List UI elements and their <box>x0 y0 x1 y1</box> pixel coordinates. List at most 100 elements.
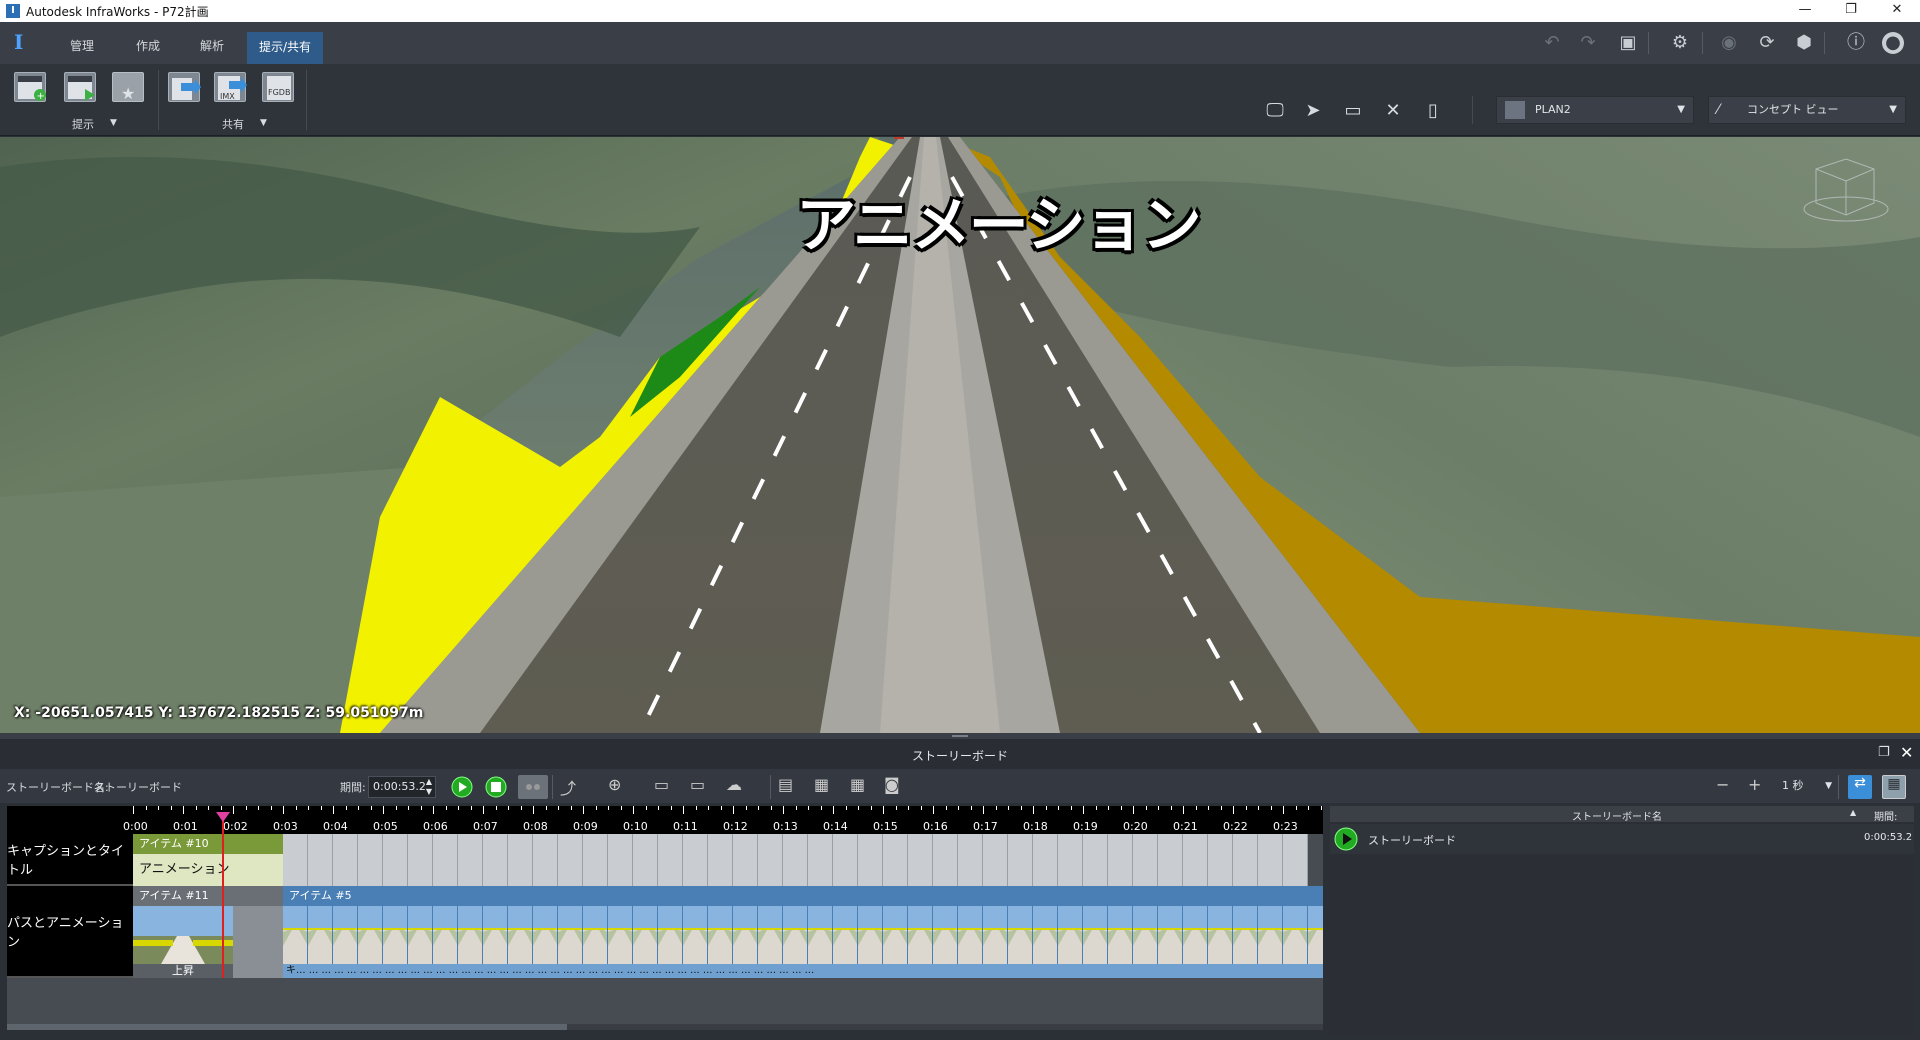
timeline-scrollbar[interactable] <box>7 1024 1323 1030</box>
path-item5-header[interactable]: アイテム #5 <box>283 886 1323 906</box>
undock-icon[interactable]: ❐ <box>1878 745 1890 760</box>
play-storyboard-icon[interactable] <box>64 72 96 102</box>
fgdb-icon[interactable]: FGDB <box>262 72 294 102</box>
caption-item-body[interactable]: アニメーション <box>133 854 283 886</box>
caption-track-cell[interactable] <box>983 834 1008 886</box>
caption-track-cell[interactable] <box>583 834 608 886</box>
storyboard-name-value[interactable]: ストーリーボード <box>94 779 182 795</box>
caption-track-cell[interactable] <box>283 834 308 886</box>
caption-track-cell[interactable] <box>783 834 808 886</box>
caption-track-cell[interactable] <box>883 834 908 886</box>
zoom-out-timeline-icon[interactable]: − <box>1716 775 1740 799</box>
caption-track-cell[interactable] <box>1158 834 1183 886</box>
new-storyboard-small-icon[interactable]: ▦ <box>814 775 838 799</box>
import-storyboard-icon[interactable]: ▤ <box>778 775 802 799</box>
caption-track-cell[interactable] <box>508 834 533 886</box>
caption-track-cell[interactable] <box>408 834 433 886</box>
duration-stepper[interactable]: 0:00:53.2 ▲ ▼ <box>368 776 436 798</box>
col-duration[interactable]: 期間: <box>1874 808 1897 823</box>
restore-button[interactable]: ❐ <box>1828 0 1874 22</box>
record-video-icon[interactable]: ◙ <box>884 775 908 799</box>
export-icon[interactable] <box>168 72 201 102</box>
storyboard-list-row[interactable]: ストーリーボード 0:00:53.2 <box>1330 824 1914 854</box>
add-caption-icon[interactable]: ▭ <box>654 775 678 799</box>
favorite-icon[interactable]: ★ <box>112 72 144 103</box>
playhead[interactable] <box>222 814 224 978</box>
cross-section-tool-icon[interactable]: ✕ <box>1380 98 1406 124</box>
caption-track-cell[interactable] <box>1008 834 1033 886</box>
caption-track-cell[interactable] <box>608 834 633 886</box>
tab-create[interactable]: 作成 <box>124 34 172 64</box>
close-panel-icon[interactable]: ✕ <box>1900 743 1913 762</box>
panel-tool-icon[interactable]: ▯ <box>1420 98 1446 124</box>
user-icon[interactable]: ● <box>1882 32 1904 54</box>
share-dropdown-icon[interactable]: ▼ <box>260 118 267 128</box>
zoom-in-timeline-icon[interactable]: + <box>1748 775 1772 799</box>
caption-track-cell[interactable] <box>533 834 558 886</box>
timeline-scroll-thumb[interactable] <box>7 1024 567 1030</box>
interval-select[interactable]: 1 秒 ▼ <box>1782 775 1832 797</box>
row-play-icon[interactable] <box>1334 827 1358 855</box>
caption-item-header[interactable]: アイテム #10 <box>133 834 283 854</box>
caption-track-cell[interactable] <box>433 834 458 886</box>
caption-track-cell[interactable] <box>708 834 733 886</box>
tab-present-share[interactable]: 提示/共有 <box>247 32 324 64</box>
caption-track-cell[interactable] <box>483 834 508 886</box>
caption-track-cell[interactable] <box>908 834 933 886</box>
cloud-icon[interactable]: ⬢ <box>1792 32 1816 54</box>
caption-track-cell[interactable] <box>383 834 408 886</box>
playhead-handle-icon[interactable] <box>216 812 230 822</box>
caption-track-cell[interactable] <box>1033 834 1058 886</box>
col-storyboard-name[interactable]: ストーリーボード名 <box>1572 808 1662 823</box>
caption-track-cell[interactable] <box>558 834 583 886</box>
stepper-arrows-icon[interactable]: ▲ ▼ <box>426 777 432 797</box>
tab-analyze[interactable]: 解析 <box>188 34 236 64</box>
caption-track-cell[interactable] <box>1233 834 1258 886</box>
caption-track-cell[interactable] <box>733 834 758 886</box>
add-title-icon[interactable]: ▭ <box>690 775 714 799</box>
add-weather-icon[interactable]: ☁ <box>726 775 750 799</box>
display-tool-icon[interactable]: 🖵 <box>1262 98 1288 124</box>
help-icon[interactable]: ⓘ <box>1844 32 1868 54</box>
caption-track-cell[interactable] <box>1108 834 1133 886</box>
add-zoom-icon[interactable]: ⊕ <box>608 775 632 799</box>
caption-track-cell[interactable] <box>858 834 883 886</box>
caption-track-cell[interactable] <box>358 834 383 886</box>
caption-track-cell[interactable] <box>683 834 708 886</box>
caption-track-cell[interactable] <box>1083 834 1108 886</box>
3d-viewport[interactable]: アニメーション X: -20651.057415 Y: 137672.18251… <box>0 137 1920 733</box>
settings-icon[interactable]: ⚙ <box>1668 32 1692 54</box>
path-item11-header[interactable]: アイテム #11 <box>133 886 283 906</box>
caption-track-cell[interactable] <box>1283 834 1308 886</box>
undo-icon[interactable]: ↶ <box>1540 32 1564 54</box>
measure-tool-icon[interactable]: ▭ <box>1340 98 1366 124</box>
caption-track-cell[interactable] <box>333 834 358 886</box>
caption-track-cell[interactable] <box>933 834 958 886</box>
app-logo[interactable]: I <box>14 30 23 54</box>
caption-track-cell[interactable] <box>1258 834 1283 886</box>
record-button[interactable] <box>518 775 548 799</box>
caption-track-cell[interactable] <box>958 834 983 886</box>
storyboard-share-icon[interactable]: ⇄ <box>1848 775 1872 799</box>
view-select[interactable]: ⁄ コンセプト ビュー ▼ <box>1708 96 1906 124</box>
tab-manage[interactable]: 管理 <box>58 34 106 64</box>
caption-track-cell[interactable] <box>1183 834 1208 886</box>
path-item11-tail[interactable] <box>233 906 283 978</box>
minimize-button[interactable]: — <box>1782 0 1828 22</box>
caption-track-cell[interactable] <box>1058 834 1083 886</box>
redo-icon[interactable]: ↷ <box>1576 32 1600 54</box>
caption-track-cell[interactable] <box>308 834 333 886</box>
fit-screen-icon[interactable]: ▣ <box>1616 32 1640 54</box>
plan-select[interactable]: PLAN2 ▼ <box>1496 96 1694 124</box>
add-path-icon[interactable]: ⤴ <box>560 775 584 799</box>
caption-track-cell[interactable] <box>633 834 658 886</box>
imx-icon[interactable]: IMX <box>214 72 247 102</box>
timeline[interactable]: 0:00 0:01 0:02 0:03 0:04 0:05 0:06 0:07 0:08 0:09… <box>7 806 1323 1030</box>
globe-icon[interactable]: ◉ <box>1717 32 1741 54</box>
export-storyboard-icon[interactable]: ▦ <box>850 775 874 799</box>
time-ruler[interactable]: 0:00 0:01 0:02 0:03 0:04 0:05 0:06 0:07 0:08 0:09… <box>7 806 1323 834</box>
caption-track-cell[interactable] <box>1208 834 1233 886</box>
select-tool-icon[interactable]: ➤ <box>1300 98 1326 124</box>
storyboard-list-icon[interactable]: ▦ <box>1882 775 1906 799</box>
caption-track-cell[interactable] <box>658 834 683 886</box>
